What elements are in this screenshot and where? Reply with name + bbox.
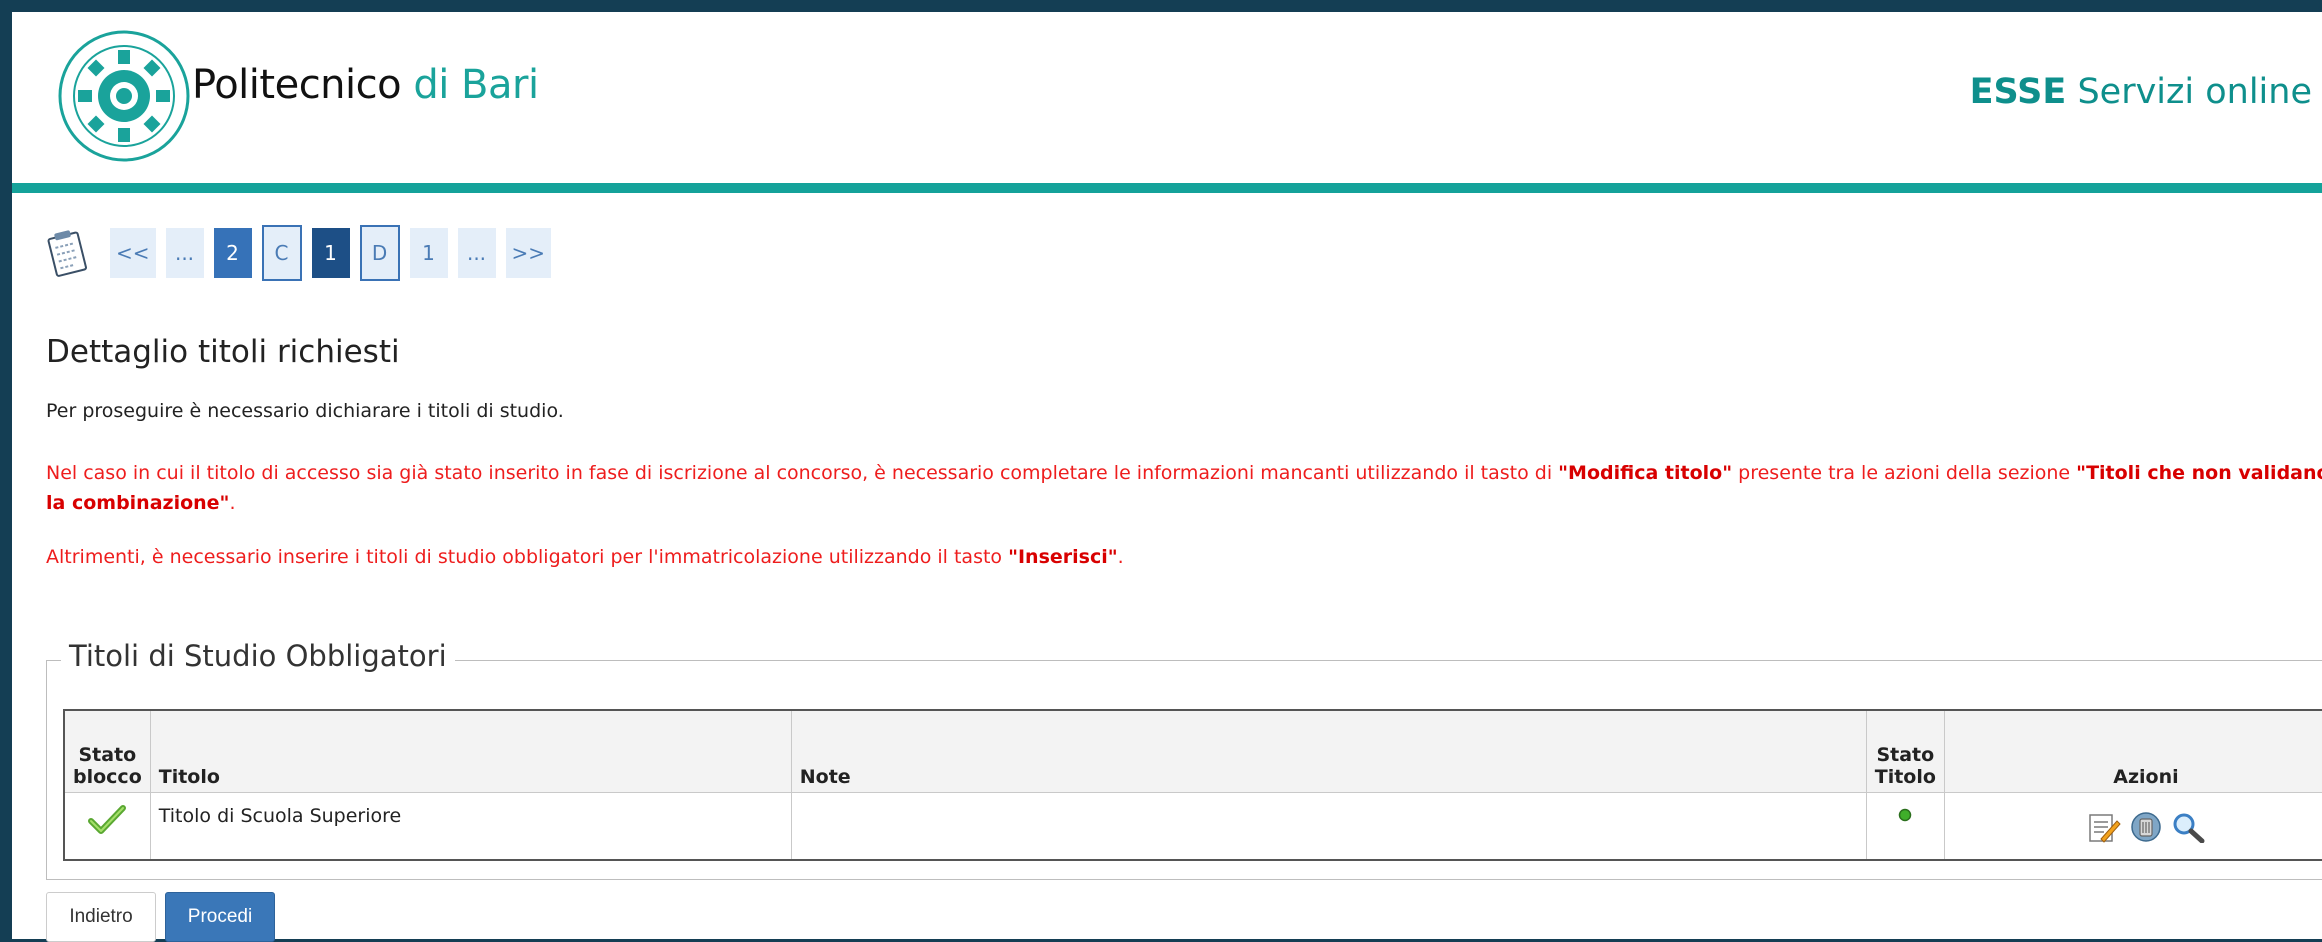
note1-c: presente tra le azioni della sezione <box>1732 462 2077 484</box>
pager-step-c[interactable]: C <box>261 225 302 281</box>
col-azioni: Azioni <box>1943 709 2322 793</box>
col-stato-blocco-line1: Stato <box>78 743 137 766</box>
esse-services-title[interactable]: ESSE Servizi online <box>1970 72 2312 112</box>
col-note: Note <box>790 709 1867 793</box>
pager-step-1-next[interactable]: 1 <box>409 228 448 278</box>
fieldset-legend: Titoli di Studio Obbligatori <box>61 639 455 673</box>
politecnico-seal-logo[interactable] <box>56 28 192 164</box>
cell-stato-blocco <box>63 791 151 861</box>
note1-a: Nel caso in cui il titolo di accesso sia… <box>46 462 1559 484</box>
esse-rest: Servizi online <box>2077 72 2312 112</box>
cell-titolo: Titolo di Scuola Superiore <box>149 791 792 861</box>
page-title: Dettaglio titoli richiesti <box>46 334 400 370</box>
col-stato-blocco: Stato blocco <box>63 709 151 793</box>
note2-inserisci: "Inserisci" <box>1008 546 1118 568</box>
titles-table: Stato blocco Titolo Note Stato Titolo Azio… <box>63 709 2322 861</box>
note1-e: . <box>229 492 236 514</box>
page: Politecnico di Bari ESSE Servizi online … <box>12 12 2322 942</box>
pager-step-1-current[interactable]: 1 <box>311 228 350 278</box>
intro-text: Per proseguire è necessario dichiarare i… <box>46 400 564 422</box>
cell-azioni <box>1943 791 2322 861</box>
col-stato-titolo-line1: Stato <box>1876 743 1935 766</box>
green-status-dot-icon <box>1899 808 1912 821</box>
header-divider <box>12 183 2322 193</box>
brand-accent: di Bari <box>413 62 539 108</box>
table-header-row: Stato blocco Titolo Note Stato Titolo Azio… <box>63 709 2322 793</box>
col-stato-titolo: Stato Titolo <box>1865 709 1945 793</box>
mandatory-titles-fieldset: Titoli di Studio Obbligatori Stato blocco… <box>46 639 2322 880</box>
note2-a: Altrimenti, è necessario inserire i tito… <box>46 546 1009 568</box>
edit-title-icon[interactable] <box>2087 811 2121 843</box>
green-check-icon <box>88 804 127 834</box>
pager-last[interactable]: >> <box>505 228 552 278</box>
note1-modifica: "Modifica titolo" <box>1558 462 1733 484</box>
col-stato-blocco-line2: blocco <box>73 765 142 788</box>
row-actions <box>1953 805 2322 843</box>
delete-title-icon[interactable] <box>2129 811 2163 843</box>
pager-ellipsis-right[interactable]: ... <box>457 228 496 278</box>
header: Politecnico di Bari ESSE Servizi online <box>12 12 2322 182</box>
view-details-magnifier-icon[interactable] <box>2171 811 2205 843</box>
back-button[interactable]: Indietro <box>46 892 156 942</box>
instruction-existing-title: Nel caso in cui il titolo di accesso sia… <box>46 458 2322 518</box>
cell-note <box>790 791 1867 861</box>
esse-bold: ESSE <box>1969 72 2067 112</box>
pager-step-2[interactable]: 2 <box>213 228 252 278</box>
cell-stato-titolo <box>1865 791 1945 861</box>
brand-main: Politecnico <box>192 62 402 108</box>
pager-step-d[interactable]: D <box>359 225 400 281</box>
proceed-button[interactable]: Procedi <box>165 892 275 942</box>
instruction-insert: Altrimenti, è necessario inserire i tito… <box>46 546 1124 568</box>
table-row: Titolo di Scuola Superiore <box>63 791 2322 861</box>
note2-c: . <box>1117 546 1124 568</box>
pager-first[interactable]: << <box>110 228 156 278</box>
clipboard-icon[interactable] <box>46 227 90 279</box>
procedure-pager: << ... 2 C 1 D 1 ... >> <box>46 222 561 284</box>
brand-title: Politecnico di Bari <box>192 62 539 108</box>
col-titolo: Titolo <box>149 709 792 793</box>
col-stato-titolo-line2: Titolo <box>1874 765 1936 788</box>
pager-ellipsis-left[interactable]: ... <box>165 228 204 278</box>
